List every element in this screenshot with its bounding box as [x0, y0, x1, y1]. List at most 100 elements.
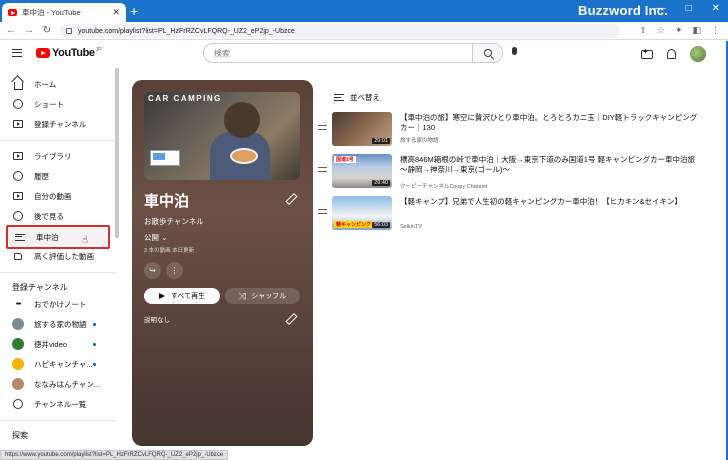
minimize-button[interactable]: —: [656, 3, 666, 14]
video-duration: 29:40: [372, 180, 390, 186]
playlist-icon: [14, 231, 26, 243]
sidebar-sub-tabisuru[interactable]: 旅する家の物語: [6, 314, 110, 334]
sidebar-sub-tokui[interactable]: 徳井video: [6, 334, 110, 354]
sort-icon: [334, 94, 344, 101]
playlist-video-row[interactable]: 29:01 【車中泊の旅】寒空に贅沢ひとり車中泊。とろとろカニ玉｜DIY軽トラッ…: [318, 112, 708, 150]
header-actions: [641, 46, 706, 62]
play-all-label: すべて再生: [170, 293, 206, 300]
browser-tab[interactable]: 車中泊 - YouTube ✕: [2, 3, 126, 22]
thumbnail-van: [150, 150, 180, 166]
browser-menu-icon[interactable]: ⋮: [711, 25, 720, 36]
tab-title: 車中泊 - YouTube: [22, 8, 81, 17]
close-window-button[interactable]: ✕: [712, 3, 720, 14]
side-panel-icon[interactable]: ◧: [692, 25, 701, 36]
sidebar-sub-odekake[interactable]: ••• おでかけノート: [6, 294, 110, 314]
sidebar-item-label: ライブラリ: [34, 151, 72, 161]
tab-close-icon[interactable]: ✕: [112, 7, 120, 18]
notifications-bell-icon[interactable]: [667, 49, 676, 59]
search-button[interactable]: [472, 44, 502, 62]
reload-button[interactable]: ↻: [40, 25, 54, 36]
sidebar-item-label: ハピキャンチャ...: [34, 359, 93, 369]
playlist-stats: 3 本の動画 本日更新: [144, 248, 195, 254]
youtube-header: YouTube JP: [0, 41, 728, 67]
sidebar-item-history[interactable]: 履歴: [6, 166, 110, 186]
thumbnail-tag: 国道1号: [334, 156, 356, 163]
extensions-icon[interactable]: ✦: [675, 25, 683, 36]
privacy-value: 公開: [144, 233, 159, 242]
sidebar-item-label: ショート: [34, 99, 64, 109]
video-title[interactable]: 【軽キャンプ】兄弟で人生初の軽キャンピングカー車中泊！【ヒカキン&セイキン】: [400, 197, 700, 207]
sidebar-scrollbar[interactable]: [115, 68, 119, 238]
video-channel[interactable]: クーピーチャンネルCoupy Channel: [400, 182, 487, 190]
video-channel[interactable]: SeikinTV: [400, 224, 422, 230]
sidebar-channel-list[interactable]: チャンネル一覧: [6, 394, 110, 414]
playlist-owner[interactable]: お散歩チャンネル: [144, 216, 204, 227]
playlist-video-row[interactable]: 国道1号 29:40 標高846M箱根の峠で車中泊｜大阪→東京下道のみ国道1号 …: [318, 154, 708, 192]
share-button[interactable]: ↪: [144, 262, 161, 279]
video-title[interactable]: 標高846M箱根の峠で車中泊｜大阪→東京下道のみ国道1号 軽キャンピングカー車中…: [400, 155, 700, 175]
sidebar-item-label: 徳井video: [34, 339, 67, 349]
chevron-down-icon: ⌄: [161, 233, 168, 242]
thumbnail-tag: 軽キャンピング: [334, 221, 374, 228]
drag-handle-icon[interactable]: [318, 209, 327, 214]
sidebar-item-your-videos[interactable]: 自分の動画: [6, 186, 110, 206]
thumbnail-caption: CAR CAMPING: [148, 94, 222, 103]
shuffle-icon: ⤨: [238, 290, 247, 301]
shuffle-button[interactable]: ⤨ シャッフル: [225, 288, 300, 304]
sidebar-sub-nanami[interactable]: ななみはんチャン...: [6, 374, 110, 394]
address-bar[interactable]: youtube.com/playlist?list=PL_HzFrRZCvLFQ…: [60, 24, 620, 38]
new-content-dot: [93, 343, 96, 346]
video-thumbnail[interactable]: 国道1号 29:40: [332, 154, 392, 188]
create-video-icon[interactable]: [641, 47, 653, 59]
cursor-hand-icon: ☝: [82, 235, 89, 246]
sidebar-item-label: 旅する家の物語: [34, 319, 87, 329]
dots-icon: •••: [15, 300, 21, 308]
sidebar-item-home[interactable]: ホーム: [6, 74, 110, 94]
back-button[interactable]: ←: [4, 25, 18, 36]
thumbnail-plate: [230, 148, 258, 164]
sidebar-sub-hapican[interactable]: ハピキャンチャ...: [6, 354, 110, 374]
playlist-title: 車中泊: [144, 193, 190, 210]
menu-icon[interactable]: [12, 49, 22, 57]
browser-tab-bar: 車中泊 - YouTube ✕ + Buzzword Inc. — □ ✕: [0, 0, 728, 22]
video-title[interactable]: 【車中泊の旅】寒空に贅沢ひとり車中泊。とろとろカニ玉｜DIY軽トラックキャンピン…: [400, 113, 700, 133]
drag-handle-icon[interactable]: [318, 125, 327, 130]
edit-description-icon[interactable]: [286, 314, 295, 323]
microphone-icon[interactable]: [512, 47, 517, 55]
bookmark-star-icon[interactable]: ☆: [657, 25, 665, 36]
sidebar-item-shorts[interactable]: ショート: [6, 94, 110, 114]
browser-toolbar: ← → ↻ youtube.com/playlist?list=PL_HzFrR…: [0, 22, 728, 40]
sidebar-item-liked[interactable]: 高く評価した動画: [6, 246, 110, 266]
subscriptions-heading: 登録チャンネル: [12, 283, 68, 292]
video-duration: 56:03: [372, 222, 390, 228]
video-thumbnail[interactable]: 軽キャンピング 56:03: [332, 196, 392, 230]
playlist-video-row[interactable]: 軽キャンピング 56:03 【軽キャンプ】兄弟で人生初の軽キャンピングカー車中泊…: [318, 196, 708, 234]
more-actions-button[interactable]: ⋮: [166, 262, 183, 279]
sidebar-item-label: ホーム: [34, 79, 57, 89]
sort-label: 並べ替え: [350, 93, 380, 102]
youtube-play-icon: [36, 48, 50, 58]
youtube-favicon-icon: [8, 9, 17, 16]
sidebar-item-watch-later[interactable]: 後で見る: [6, 206, 110, 226]
playlist-thumbnail[interactable]: CAR CAMPING: [144, 92, 300, 180]
edit-title-icon[interactable]: [286, 194, 295, 203]
sidebar-item-label: 後で見る: [34, 211, 64, 221]
play-all-button[interactable]: すべて再生: [144, 288, 220, 304]
account-avatar[interactable]: [690, 46, 706, 62]
share-icon[interactable]: ⇪: [639, 25, 647, 36]
video-channel[interactable]: 旅する家の物語: [400, 136, 439, 144]
video-thumbnail[interactable]: 29:01: [332, 112, 392, 146]
new-tab-button[interactable]: +: [130, 3, 138, 19]
sort-button[interactable]: 並べ替え: [334, 92, 380, 103]
drag-handle-icon[interactable]: [318, 167, 327, 172]
logo-region: JP: [95, 47, 102, 53]
search-input[interactable]: [204, 44, 472, 62]
maximize-button[interactable]: □: [686, 3, 692, 14]
sidebar-item-subscriptions[interactable]: 登録チャンネル: [6, 114, 110, 134]
privacy-select[interactable]: 公開 ⌄: [144, 232, 167, 243]
forward-button[interactable]: →: [22, 25, 36, 36]
sidebar-item-library[interactable]: ライブラリ: [6, 146, 110, 166]
home-icon: [12, 78, 24, 90]
youtube-logo[interactable]: YouTube JP: [36, 47, 101, 59]
lock-icon: [66, 28, 72, 34]
